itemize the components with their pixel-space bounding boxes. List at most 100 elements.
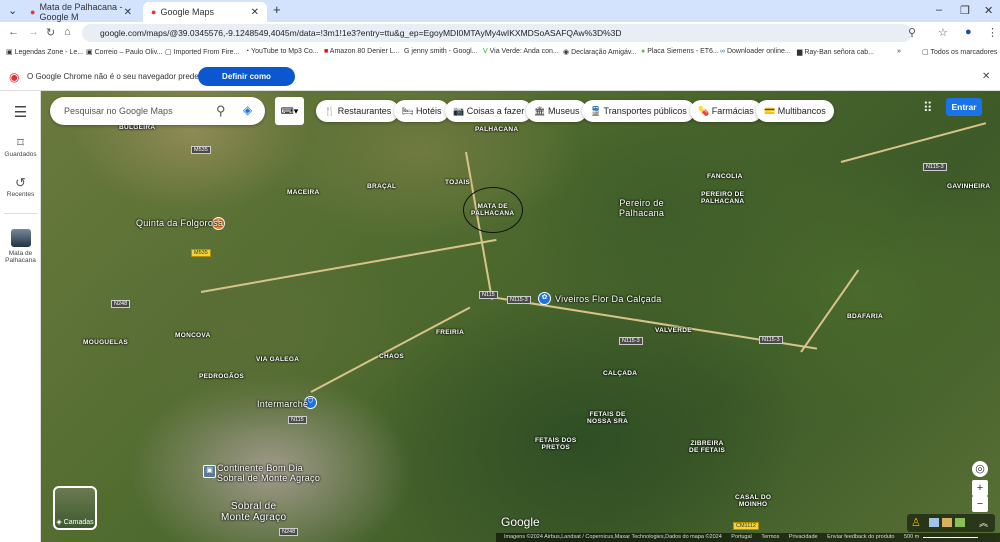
apps-grid-icon[interactable]: ⠿	[923, 100, 933, 116]
more-bookmarks-icon[interactable]: »	[897, 48, 901, 55]
saved-label: Guardados	[4, 151, 37, 158]
minimize-icon[interactable]: –	[936, 4, 942, 16]
close-infobar-icon[interactable]: ✕	[982, 71, 990, 82]
bookmark[interactable]: ■ Amazon 80 Denier L...	[324, 48, 399, 55]
zoom-out-button[interactable]: −	[972, 496, 988, 512]
menu-hamburger-icon[interactable]: ☰	[0, 103, 41, 121]
close-window-icon[interactable]: ✕	[984, 4, 993, 17]
tab-mata[interactable]: ● Mata de Palhacana - Google M ✕	[22, 2, 140, 22]
expand-icon[interactable]: ︽	[979, 516, 988, 529]
tab-bar: ⌄ ● Mata de Palhacana - Google M ✕ ● Google…	[0, 0, 1000, 22]
chip-transit[interactable]: 🚆 Transportes públicos	[582, 100, 695, 122]
set-default-button[interactable]: Definir como predefinição	[198, 67, 295, 100]
tab-google-maps[interactable]: ● Google Maps ✕	[143, 2, 267, 22]
road-shield: N115-3	[619, 337, 643, 345]
address-bar[interactable]: google.com/maps/@39.0345576,-9.1248549,4…	[82, 24, 912, 42]
road-shield: N115	[479, 291, 498, 299]
default-browser-infobar: ◉ O Google Chrome não é o seu navegador …	[0, 62, 1000, 100]
layer-thumbnail[interactable]	[929, 518, 939, 527]
close-tab-icon[interactable]: ✕	[124, 7, 132, 18]
saved-button[interactable]: ⌑ Guardados	[0, 135, 41, 158]
tab-title: Google Maps	[160, 7, 214, 17]
place-label-intermarche[interactable]: Intermarché	[257, 399, 308, 410]
layer-thumbnail[interactable]	[955, 518, 965, 527]
road-shield: CM1112	[733, 522, 759, 530]
zoom-in-button[interactable]: +	[972, 480, 988, 496]
bookmark[interactable]: ▆ Ray-Ban señora cab...	[797, 48, 874, 56]
back-icon[interactable]: ←	[8, 26, 19, 38]
divider	[4, 213, 37, 214]
bookmark[interactable]: ▢ Imported From Fire...	[165, 48, 239, 56]
bookmark-label: Via Verde: Anda con...	[489, 48, 559, 55]
place-label-continente[interactable]: Continente Bom Dia Sobral de Monte Agraç…	[217, 463, 320, 484]
shop-pin-icon[interactable]: ✿	[538, 292, 551, 305]
chip-label: Coisas a fazer	[466, 106, 525, 116]
bookmark-label: Ray-Ban señora cab...	[804, 49, 874, 56]
chip-atms[interactable]: 💳 Multibancos	[756, 100, 834, 122]
layer-thumbnail[interactable]	[942, 518, 952, 527]
chip-restaurants[interactable]: 🍴 Restaurantes	[316, 100, 400, 122]
road-shield: N115-3	[923, 163, 947, 171]
sign-in-button[interactable]: Entrar	[946, 98, 982, 116]
recent-button[interactable]: ↺ Recentes	[0, 175, 41, 198]
new-tab-icon[interactable]: +	[273, 2, 281, 17]
reload-icon[interactable]: ↻	[46, 26, 55, 39]
chip-label: Farmácias	[711, 106, 754, 116]
bookmark[interactable]: ∞ Downloader online...	[720, 48, 791, 55]
bookmark[interactable]: V Via Verde: Anda con...	[483, 48, 559, 55]
road	[840, 122, 987, 163]
forward-icon[interactable]: →	[28, 26, 39, 38]
bookmarks-bar: ▣ Legendas Zone - Le... ▣ Correio – Paul…	[0, 44, 1000, 62]
chip-things-to-do[interactable]: 📷 Coisas a fazer	[445, 100, 533, 122]
all-bookmarks[interactable]: ▢ Todos os marcadores	[922, 48, 997, 56]
pegman-icon[interactable]: ♙	[911, 516, 921, 529]
layers-button[interactable]: ◈ Camadas	[53, 486, 97, 530]
place-label-quinta[interactable]: Quinta da Folgorosa	[136, 218, 223, 229]
country-link[interactable]: Portugal	[731, 534, 752, 540]
bookmark-label: YouTube to Mp3 Co...	[251, 48, 319, 55]
feedback-link[interactable]: Enviar feedback do produto	[827, 534, 894, 540]
chip-museums[interactable]: 🏛 Museus	[526, 100, 588, 122]
tab-search-icon[interactable]: ⌄	[8, 4, 17, 17]
road-shield: M535	[191, 146, 211, 154]
home-icon[interactable]: ⌂	[64, 26, 71, 38]
search-icon[interactable]: ⚲	[216, 103, 226, 119]
bookmark-label: Todos os marcadores	[930, 49, 998, 56]
keyboard-input-tools-icon[interactable]: ⌨▾	[275, 97, 304, 125]
chip-hotels[interactable]: 🛏 Hotéis	[394, 100, 450, 122]
map-label: VALVERDE	[655, 327, 692, 334]
bookmark[interactable]: G jenny smith - Googl...	[404, 48, 478, 55]
scale-label[interactable]: 500 m	[904, 534, 919, 540]
restore-icon[interactable]: ❐	[960, 4, 970, 17]
bookmark-label: Correio – Paulo Oliv...	[94, 49, 163, 56]
map-label-mata-de-palhacana[interactable]: MATA DE PALHACANA	[471, 203, 514, 217]
map-label: ZIBREIRA DE FETAIS	[689, 440, 726, 455]
profile-icon[interactable]: ●	[965, 26, 972, 38]
zoom-icon[interactable]: ⚲	[908, 26, 916, 39]
satellite-map[interactable]: BULGEIRA MACEIRA BRAÇAL TOJAIS PALHACANA…	[41, 91, 1000, 542]
place-label-viveiros[interactable]: Viveiros Flor Da Calçada	[555, 294, 662, 305]
privacy-link[interactable]: Privacidade	[789, 534, 818, 540]
terms-link[interactable]: Termos	[761, 534, 779, 540]
bookmark[interactable]: ▣ Correio – Paulo Oliv...	[86, 48, 163, 56]
bookmark-star-icon[interactable]: ☆	[938, 26, 948, 39]
road-shield: N115-3	[759, 336, 783, 344]
bookmark[interactable]: ◉ Declaração Amigáv...	[563, 48, 637, 56]
search-box[interactable]: Pesquisar no Google Maps ⚲ ◈	[50, 97, 265, 125]
bookmark[interactable]: ● Placa Siemens - ET6...	[641, 48, 719, 55]
bookmark-label: Amazon 80 Denier L...	[329, 48, 400, 55]
chip-pharmacies[interactable]: 💊 Farmácias	[690, 100, 762, 122]
close-tab-icon[interactable]: ✕	[251, 7, 259, 18]
tab-title: Mata de Palhacana - Google M	[39, 2, 123, 22]
menu-icon[interactable]: ⋮	[987, 26, 998, 39]
bookmark[interactable]: ◔ YouTube to Mp3 Co...	[245, 48, 319, 55]
bookmark-label: Placa Siemens - ET6...	[647, 48, 719, 55]
recent-label: Recentes	[6, 191, 35, 198]
directions-icon[interactable]: ◈	[243, 103, 252, 117]
bookmark[interactable]: ▣ Legendas Zone - Le...	[6, 48, 83, 56]
maps-side-rail: ☰ ⌑ Guardados ↺ Recentes Mata de Palhacana	[0, 91, 41, 542]
recent-place-mata[interactable]: Mata de Palhacana	[0, 229, 41, 264]
supermarket-pin-icon[interactable]: ▣	[203, 465, 216, 478]
bookmark-icon: ⌑	[17, 135, 24, 150]
my-location-icon[interactable]: ◎	[972, 461, 988, 477]
